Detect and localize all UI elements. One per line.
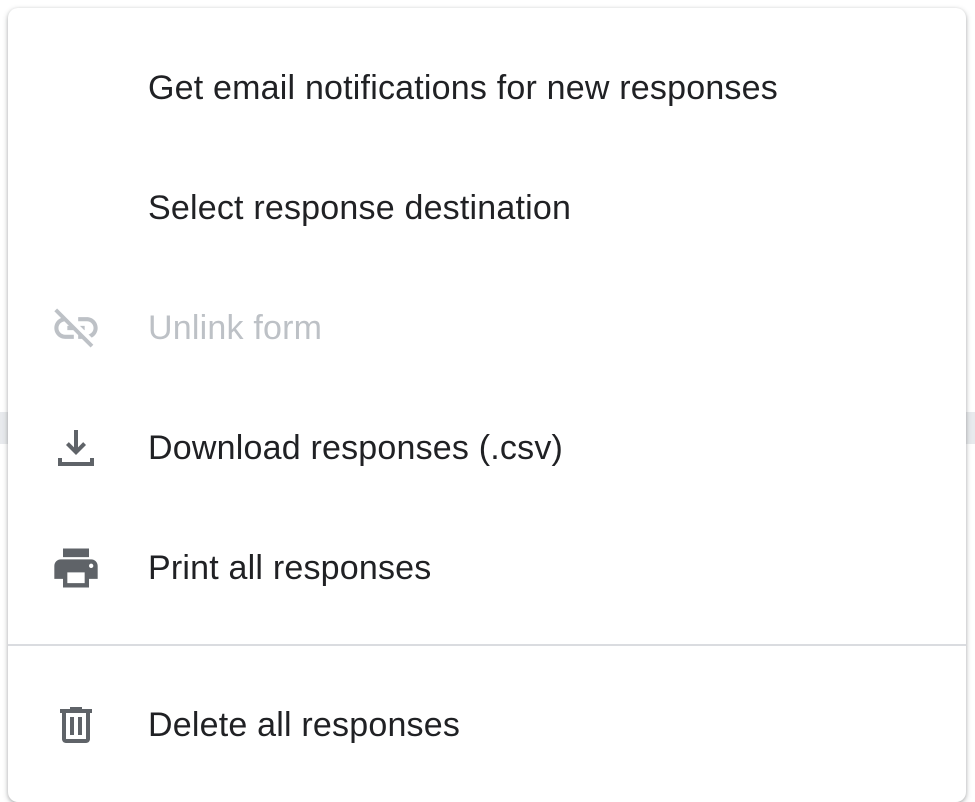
menu-item-email-notifications[interactable]: Get email notifications for new response… (8, 28, 966, 148)
menu-item-unlink-form: Unlink form (8, 268, 966, 388)
menu-item-label: Print all responses (148, 548, 432, 587)
menu-divider (8, 644, 966, 646)
print-icon (50, 542, 102, 594)
download-icon (50, 422, 102, 474)
responses-more-menu: Get email notifications for new response… (8, 8, 966, 802)
menu-item-label: Unlink form (148, 308, 323, 347)
menu-item-delete-all[interactable]: Delete all responses (8, 665, 966, 785)
link-off-icon (50, 302, 102, 354)
menu-item-select-destination[interactable]: Select response destination (8, 148, 966, 268)
menu-item-label: Get email notifications for new response… (148, 68, 778, 107)
menu-item-label: Delete all responses (148, 705, 461, 744)
menu-item-print-all[interactable]: Print all responses (8, 508, 966, 628)
menu-item-label: Download responses (.csv) (148, 428, 564, 467)
trash-icon (50, 699, 102, 751)
menu-item-download-csv[interactable]: Download responses (.csv) (8, 388, 966, 508)
menu-item-label: Select response destination (148, 188, 572, 227)
